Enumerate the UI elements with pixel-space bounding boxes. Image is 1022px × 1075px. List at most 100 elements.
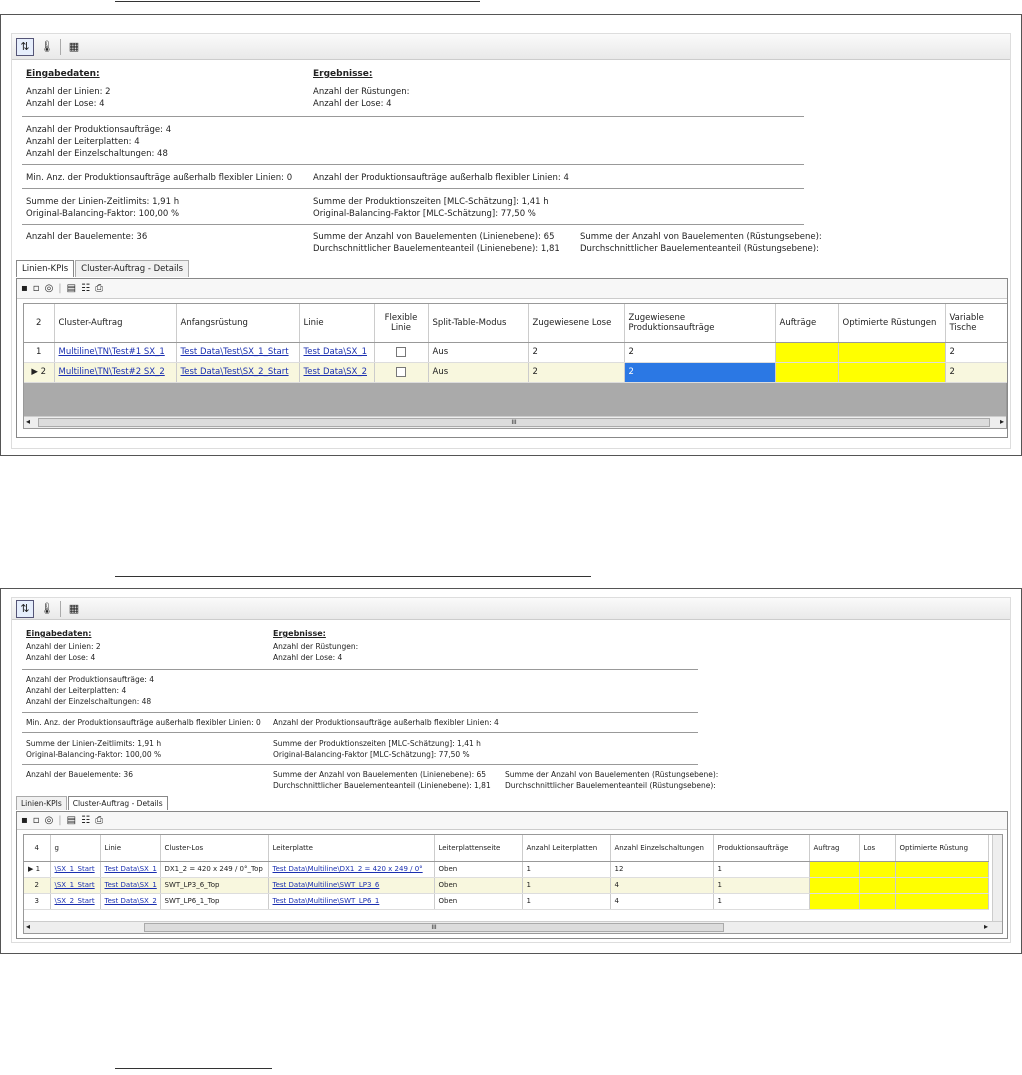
thermometer-icon[interactable]: 🌡 (38, 38, 56, 56)
board-link[interactable]: Test Data\Multiline\DX1_2 = 420 x 249 / … (273, 865, 423, 873)
table-cell[interactable] (895, 893, 989, 910)
table-cell[interactable]: Test Data\SX_1 (299, 342, 375, 363)
column-header[interactable]: Cluster-Los (160, 835, 269, 862)
line-link[interactable]: Test Data\SX_1 (304, 347, 367, 357)
table-cell[interactable]: SWT_LP6_1_Top (160, 893, 269, 910)
table-cell[interactable]: Aus (428, 342, 529, 363)
column-header[interactable]: Los (859, 835, 896, 862)
scroll-right-icon[interactable]: ▸ (984, 922, 988, 931)
table-cell[interactable]: DX1_2 = 420 x 249 / 0°_Top (160, 861, 269, 878)
column-header[interactable]: Variable Tische (945, 304, 1007, 343)
table-cell[interactable] (374, 362, 429, 383)
board-link[interactable]: Test Data\Multiline\SWT_LP6_1 (273, 897, 380, 905)
table-cell[interactable] (838, 342, 946, 363)
table-cell[interactable]: Test Data\Multiline\SWT_LP6_1 (268, 893, 435, 910)
grid-icon[interactable]: ▦ (65, 38, 83, 56)
table-cell[interactable]: 4 (610, 877, 714, 894)
table-cell[interactable]: Test Data\Test\SX_1_Start (176, 342, 300, 363)
table-cell[interactable] (838, 362, 946, 383)
column-header[interactable]: Linie (100, 835, 161, 862)
table-cell[interactable] (374, 342, 429, 363)
table-cell[interactable]: 4 (610, 893, 714, 910)
sort-icon[interactable]: ⇅ (16, 37, 34, 56)
column-header[interactable]: Flexible Linie (374, 304, 429, 343)
column-header[interactable]: g (50, 835, 101, 862)
flexible-checkbox[interactable] (396, 346, 406, 357)
table-cell[interactable]: 2 (945, 342, 1007, 363)
table-cell[interactable]: 1 (713, 877, 810, 894)
thermometer-icon[interactable]: 🌡 (38, 600, 56, 618)
table-cell[interactable]: Test Data\SX_2 (100, 893, 161, 910)
table-cell[interactable]: Test Data\SX_2 (299, 362, 375, 383)
open-icon[interactable]: ▫ (33, 815, 40, 826)
columns-icon[interactable]: ☷ (81, 283, 90, 294)
table-cell[interactable]: \SX_2_Start (50, 893, 101, 910)
table-row[interactable]: 1 Multiline\TN\Test#1 SX_1 Test Data\Tes… (24, 342, 1007, 363)
scroll-thumb[interactable]: III (144, 923, 724, 932)
open-icon[interactable]: ▫ (33, 283, 40, 294)
column-header[interactable]: Aufträge (775, 304, 839, 343)
calendar-icon[interactable]: ▤ (67, 283, 76, 294)
table-row[interactable]: ▶ 2 Multiline\TN\Test#2 SX_2 Test Data\T… (24, 362, 1007, 383)
refresh-icon[interactable]: ◎ (45, 283, 54, 294)
table-cell[interactable]: 1 (522, 893, 611, 910)
table-cell[interactable]: 2 (624, 342, 776, 363)
table-cell[interactable] (809, 893, 860, 910)
grid-icon[interactable]: ▦ (65, 600, 83, 618)
horizontal-scrollbar[interactable]: ◂ III ▸ (24, 416, 1006, 428)
table-cell[interactable]: Test Data\SX_1 (100, 877, 161, 894)
table-cell[interactable]: \SX_1_Start (50, 861, 101, 878)
table-cell[interactable] (809, 877, 860, 894)
table-cell[interactable]: 2 (528, 362, 625, 383)
line-link[interactable]: Test Data\SX_1 (105, 881, 157, 889)
table-cell[interactable]: Oben (434, 877, 523, 894)
refresh-icon[interactable]: ◎ (45, 815, 54, 826)
column-header[interactable]: Anzahl Einzelschaltungen (610, 835, 714, 862)
column-header[interactable]: Zugewiesene Produktionsaufträge (624, 304, 776, 343)
table-cell[interactable] (859, 893, 896, 910)
line-link[interactable]: Test Data\SX_1 (105, 865, 157, 873)
table-cell[interactable]: Test Data\Test\SX_2_Start (176, 362, 300, 383)
save-icon[interactable]: ▪ (21, 815, 28, 826)
board-link[interactable]: Test Data\Multiline\SWT_LP3_6 (273, 881, 380, 889)
setup-link[interactable]: \SX_1_Start (55, 881, 95, 889)
scroll-left-icon[interactable]: ◂ (26, 417, 30, 426)
table-cell[interactable]: 1 (713, 893, 810, 910)
table-row[interactable]: 2 \SX_1_Start Test Data\SX_1 SWT_LP3_6_T… (24, 877, 989, 894)
column-header[interactable]: Anfangsrüstung (176, 304, 300, 343)
column-header[interactable]: Split-Table-Modus (428, 304, 529, 343)
table-cell[interactable]: Oben (434, 893, 523, 910)
sort-icon[interactable]: ⇅ (16, 599, 34, 618)
save-icon[interactable]: ▪ (21, 283, 28, 294)
table-cell[interactable] (775, 342, 839, 363)
table-cell[interactable]: 2 (945, 362, 1007, 383)
print-icon[interactable]: ⎙ (95, 283, 103, 294)
table-cell[interactable]: 2 (528, 342, 625, 363)
print-icon[interactable]: ⎙ (95, 815, 103, 826)
setup-link[interactable]: \SX_2_Start (55, 897, 95, 905)
table-cell[interactable] (859, 877, 896, 894)
table-cell[interactable]: Test Data\SX_1 (100, 861, 161, 878)
column-header[interactable]: Leiterplatte (268, 835, 435, 862)
tab-cluster-details[interactable]: Cluster-Auftrag - Details (75, 260, 190, 277)
cluster-link[interactable]: Multiline\TN\Test#2 SX_2 (59, 367, 165, 377)
column-header[interactable]: Cluster-Auftrag (54, 304, 177, 343)
table-cell[interactable]: 12 (610, 861, 714, 878)
table-cell[interactable]: SWT_LP3_6_Top (160, 877, 269, 894)
line-link[interactable]: Test Data\SX_2 (304, 367, 367, 377)
table-cell[interactable] (809, 861, 860, 878)
table-cell[interactable]: 1 (713, 861, 810, 878)
scroll-thumb[interactable]: III (38, 418, 990, 427)
setup-link[interactable]: Test Data\Test\SX_1_Start (181, 347, 289, 357)
calendar-icon[interactable]: ▤ (67, 815, 76, 826)
table-cell[interactable]: 1 (522, 877, 611, 894)
table-cell[interactable] (895, 861, 989, 878)
setup-link[interactable]: \SX_1_Start (55, 865, 95, 873)
table-row[interactable]: ▶ 1 \SX_1_Start Test Data\SX_1 DX1_2 = 4… (24, 861, 989, 878)
table-cell[interactable]: Aus (428, 362, 529, 383)
setup-link[interactable]: Test Data\Test\SX_2_Start (181, 367, 289, 377)
vertical-scrollbar[interactable] (992, 835, 1002, 921)
column-header[interactable]: Produktionsaufträge (713, 835, 810, 862)
table-cell[interactable]: \SX_1_Start (50, 877, 101, 894)
table-cell[interactable]: Oben (434, 861, 523, 878)
